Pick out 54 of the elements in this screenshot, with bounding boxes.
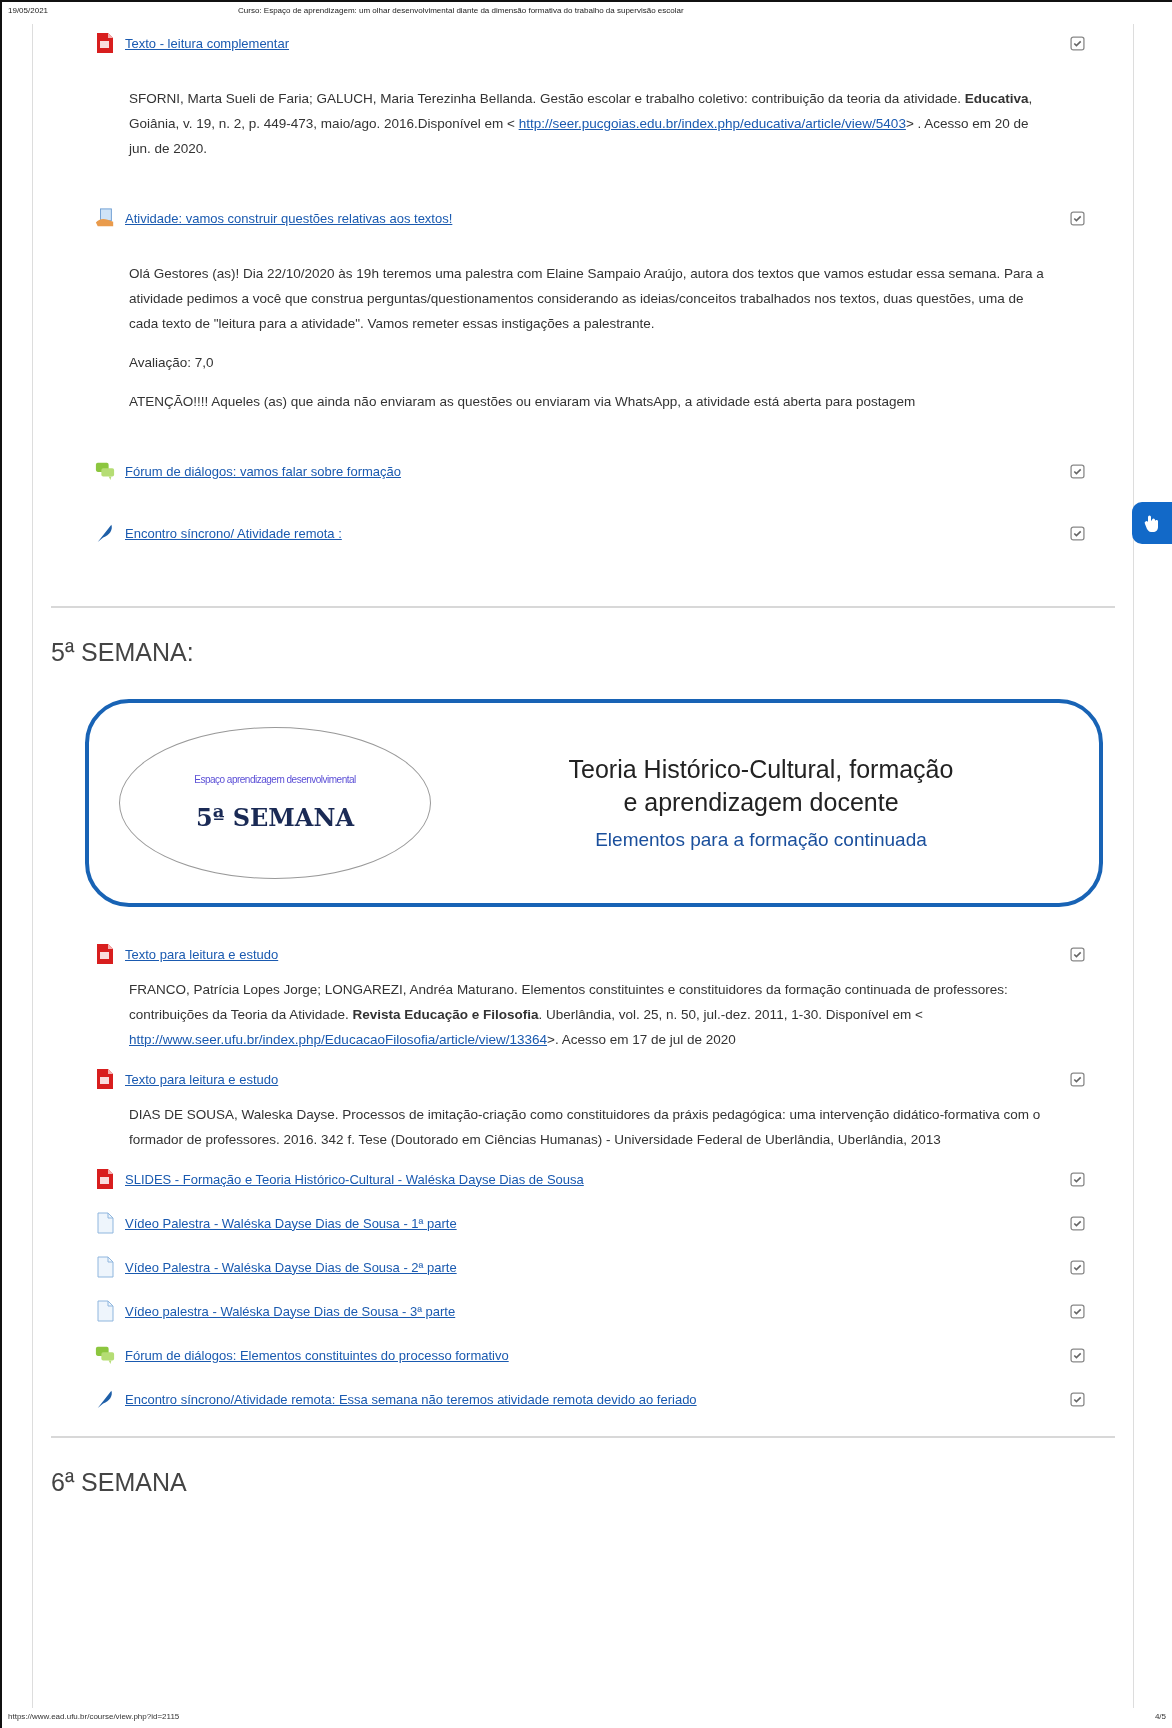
paragraph-text: ATENÇÃO!!!! Aqueles (as) que ainda não enviaram as questões ou enviaram via WhatsApp, a atividade está aberta para postagem [128,393,917,411]
speech-bubbles-icon [95,1344,115,1366]
file-icon [95,1212,115,1234]
file-icon [95,1256,115,1278]
completion-checkbox[interactable] [1070,946,1085,962]
print-url: https://www.ead.ufu.br/course/view.php?id=2115 [8,1712,180,1723]
print-date: 19/05/2021 [8,6,49,17]
activity-link[interactable]: Vídeo Palestra - Waléska Dayse Dias de Sousa - 1ª parte [125,1215,1060,1231]
completion-checkbox[interactable] [1070,463,1085,479]
hand-button[interactable] [1132,502,1172,544]
completion-checkbox[interactable] [1070,35,1085,51]
activity-link[interactable]: Fórum de diálogos: vamos falar sobre formação [125,463,1060,479]
speech-bubbles-icon [95,460,115,482]
citation-text: FRANCO, Patrícia Lopes Jorge; LONGAREZI, Andréa Maturano. Elementos constituintes e constituidores da formação continuada de professores: contribuições da Teoria da Atividade. Revista Educação e Filosofia. Uberlândia, vol. 25, n. 50, jul.-dez. 2011, 1-30. Disponível em < http://www.seer.ufu.br/index.php/EducacaoFilosofia/article/view/13364>. Acesso em 17 de jul de 2020 [128,981,1009,1049]
hand-paper-icon [95,207,115,229]
completion-checkbox[interactable] [1070,1303,1085,1319]
banner-title: e aprendizagem docente [623,788,899,817]
paragraph-text: Olá Gestores (as)! Dia 22/10/2020 às 19h teremos uma palestra com Elaine Sampaio Araújo, autora dos textos que vamos estudar essa semana. Para a atividade pedimos a você que construa perguntas/questionamentos considerando as ideias/conceitos trabalhados nos textos, duas questões, uma de cada texto de "leitura para a atividade". Vamos remeter essas instigações a palestrante. [128,265,1045,333]
file-icon [95,1300,115,1322]
banner-week: 5ª SEMANA [195,803,355,832]
activity-link[interactable]: Encontro síncrono/ Atividade remota : [125,525,1060,541]
activity-link[interactable]: Texto - leitura complementar [125,35,1060,51]
paragraph-text: DIAS DE SOUSA, Waleska Dayse. Processos de imitação-criação como constituidores da práxis pedagógica: uma intervenção didático-formativa com o formador de professores. 2016. 342 f. Tese (Doutorado em Ciências Humanas) - Universidade Federal de Uberlândia, Uberlândia, 2013 [128,1106,1042,1149]
completion-checkbox[interactable] [1070,1259,1085,1275]
completion-checkbox[interactable] [1070,1171,1085,1187]
citation-text: SFORNI, Marta Sueli de Faria; GALUCH, Maria Terezinha Bellanda. Gestão escolar e trabalho coletivo: contribuição da teoria da atividade. Educativa, Goiânia, v. 19, n. 2, p. 449-473, maio/ago. 2016.Disponível em < http://seer.pucgoias.edu.br/index.php/educativa/article/view/5403> . Acesso em 20 de jun. de 2020. [127,90,1034,158]
activity-link[interactable]: Texto para leitura e estudo [125,1071,1060,1087]
activity-link[interactable]: Encontro síncrono/Atividade remota: Essa semana não teremos atividade remota devido ao feriado [125,1391,1060,1407]
activity-link[interactable]: Atividade: vamos construir questões relativas aos textos! [125,210,1060,226]
pdf-icon [95,1068,115,1090]
activity-link[interactable]: Texto para leitura e estudo [125,946,1060,962]
paragraph-text: Avaliação: 7,0 [128,354,215,372]
pdf-icon [95,943,115,965]
page-number: 4/5 [1154,1712,1166,1723]
week-heading: 6ª SEMANA [51,1468,188,1497]
activity-link[interactable]: Vídeo palestra - Waléska Dayse Dias de Sousa - 3ª parte [125,1303,1060,1319]
completion-checkbox[interactable] [1070,1391,1085,1407]
activity-link[interactable]: SLIDES - Formação e Teoria Histórico-Cultural - Waléska Dayse Dias de Sousa [125,1171,1060,1187]
pdf-icon [95,1168,115,1190]
completion-checkbox[interactable] [1070,525,1085,541]
banner-subtitle: Elementos para a formação continuada [595,829,927,851]
pdf-icon [95,32,115,54]
activity-link[interactable]: Vídeo Palestra - Waléska Dayse Dias de Sousa - 2ª parte [125,1259,1060,1275]
week-heading: 5ª SEMANA: [51,638,195,667]
completion-checkbox[interactable] [1070,1215,1085,1231]
completion-checkbox[interactable] [1070,1347,1085,1363]
banner-title: Teoria Histórico-Cultural, formação [568,755,954,784]
activity-link[interactable]: Fórum de diálogos: Elementos constituintes do processo formativo [125,1347,1060,1363]
print-title: Curso: Espaço de aprendizagem: um olhar desenvolvimental diante da dimensão formativa do trabalho da supervisão escolar [238,6,684,17]
banner-caption: Espaço aprendizagem desenvolvimental [194,774,356,785]
url-link[interactable]: http://www.seer.ufu.br/index.php/EducacaoFilosofia/article/view/13364 [129,1032,547,1047]
completion-checkbox[interactable] [1070,1071,1085,1087]
url-link[interactable]: http://seer.pucgoias.edu.br/index.php/educativa/article/view/5403 [518,116,906,131]
completion-checkbox[interactable] [1070,210,1085,226]
